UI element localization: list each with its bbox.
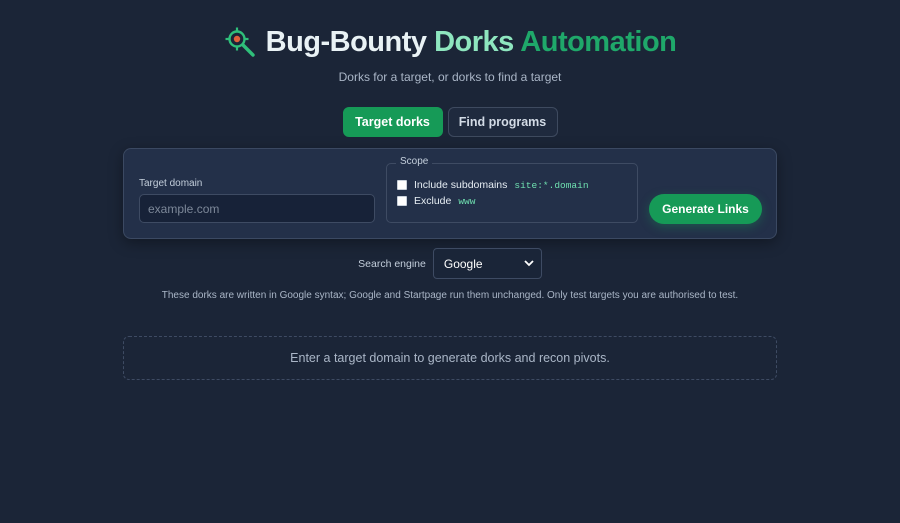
domain-label: Target domain bbox=[139, 178, 203, 189]
exclude-code: www bbox=[458, 195, 476, 207]
scope-legend: Scope bbox=[396, 156, 433, 167]
search-engine-label: Search engine bbox=[358, 257, 426, 270]
chevron-down-icon bbox=[524, 259, 534, 269]
include-subdomains-checkbox[interactable] bbox=[397, 180, 407, 190]
include-subdomains-code: site:*.domain bbox=[514, 179, 589, 191]
empty-state-text: Enter a target domain to generate dorks … bbox=[290, 351, 610, 365]
include-subdomains-option: Include subdomains site:*.domain bbox=[397, 179, 589, 191]
results-empty-state: Enter a target domain to generate dorks … bbox=[123, 336, 777, 380]
crosshair-magnifier-icon bbox=[224, 26, 256, 58]
include-subdomains-label: Include subdomains bbox=[414, 179, 508, 191]
search-engine-row: Search engine Google bbox=[0, 248, 900, 279]
page-title: Bug-Bounty Dorks Automation bbox=[265, 26, 677, 58]
tab-target-dorks[interactable]: Target dorks bbox=[342, 107, 443, 137]
search-engine-value: Google bbox=[443, 256, 483, 271]
domain-input[interactable] bbox=[139, 194, 375, 223]
search-engine-select[interactable]: Google bbox=[432, 248, 542, 279]
exclude-www-option: Exclude www bbox=[397, 195, 475, 207]
generate-links-button[interactable]: Generate Links bbox=[649, 194, 762, 224]
syntax-note: These dorks are written in Google syntax… bbox=[161, 290, 739, 301]
scope-fieldset: Scope Include subdomains site:*.domain E… bbox=[386, 156, 638, 223]
mode-tabs: Target dorks Find programs bbox=[0, 107, 900, 137]
page-subtitle: Dorks for a target, or dorks to find a t… bbox=[338, 70, 562, 84]
exclude-label: Exclude bbox=[414, 195, 452, 207]
target-form-panel: Target domain Scope Include subdomains s… bbox=[123, 148, 777, 239]
tab-find-programs[interactable]: Find programs bbox=[447, 107, 558, 137]
exclude-www-checkbox[interactable] bbox=[397, 196, 407, 206]
page-header: Bug-Bounty Dorks Automation bbox=[0, 22, 900, 62]
